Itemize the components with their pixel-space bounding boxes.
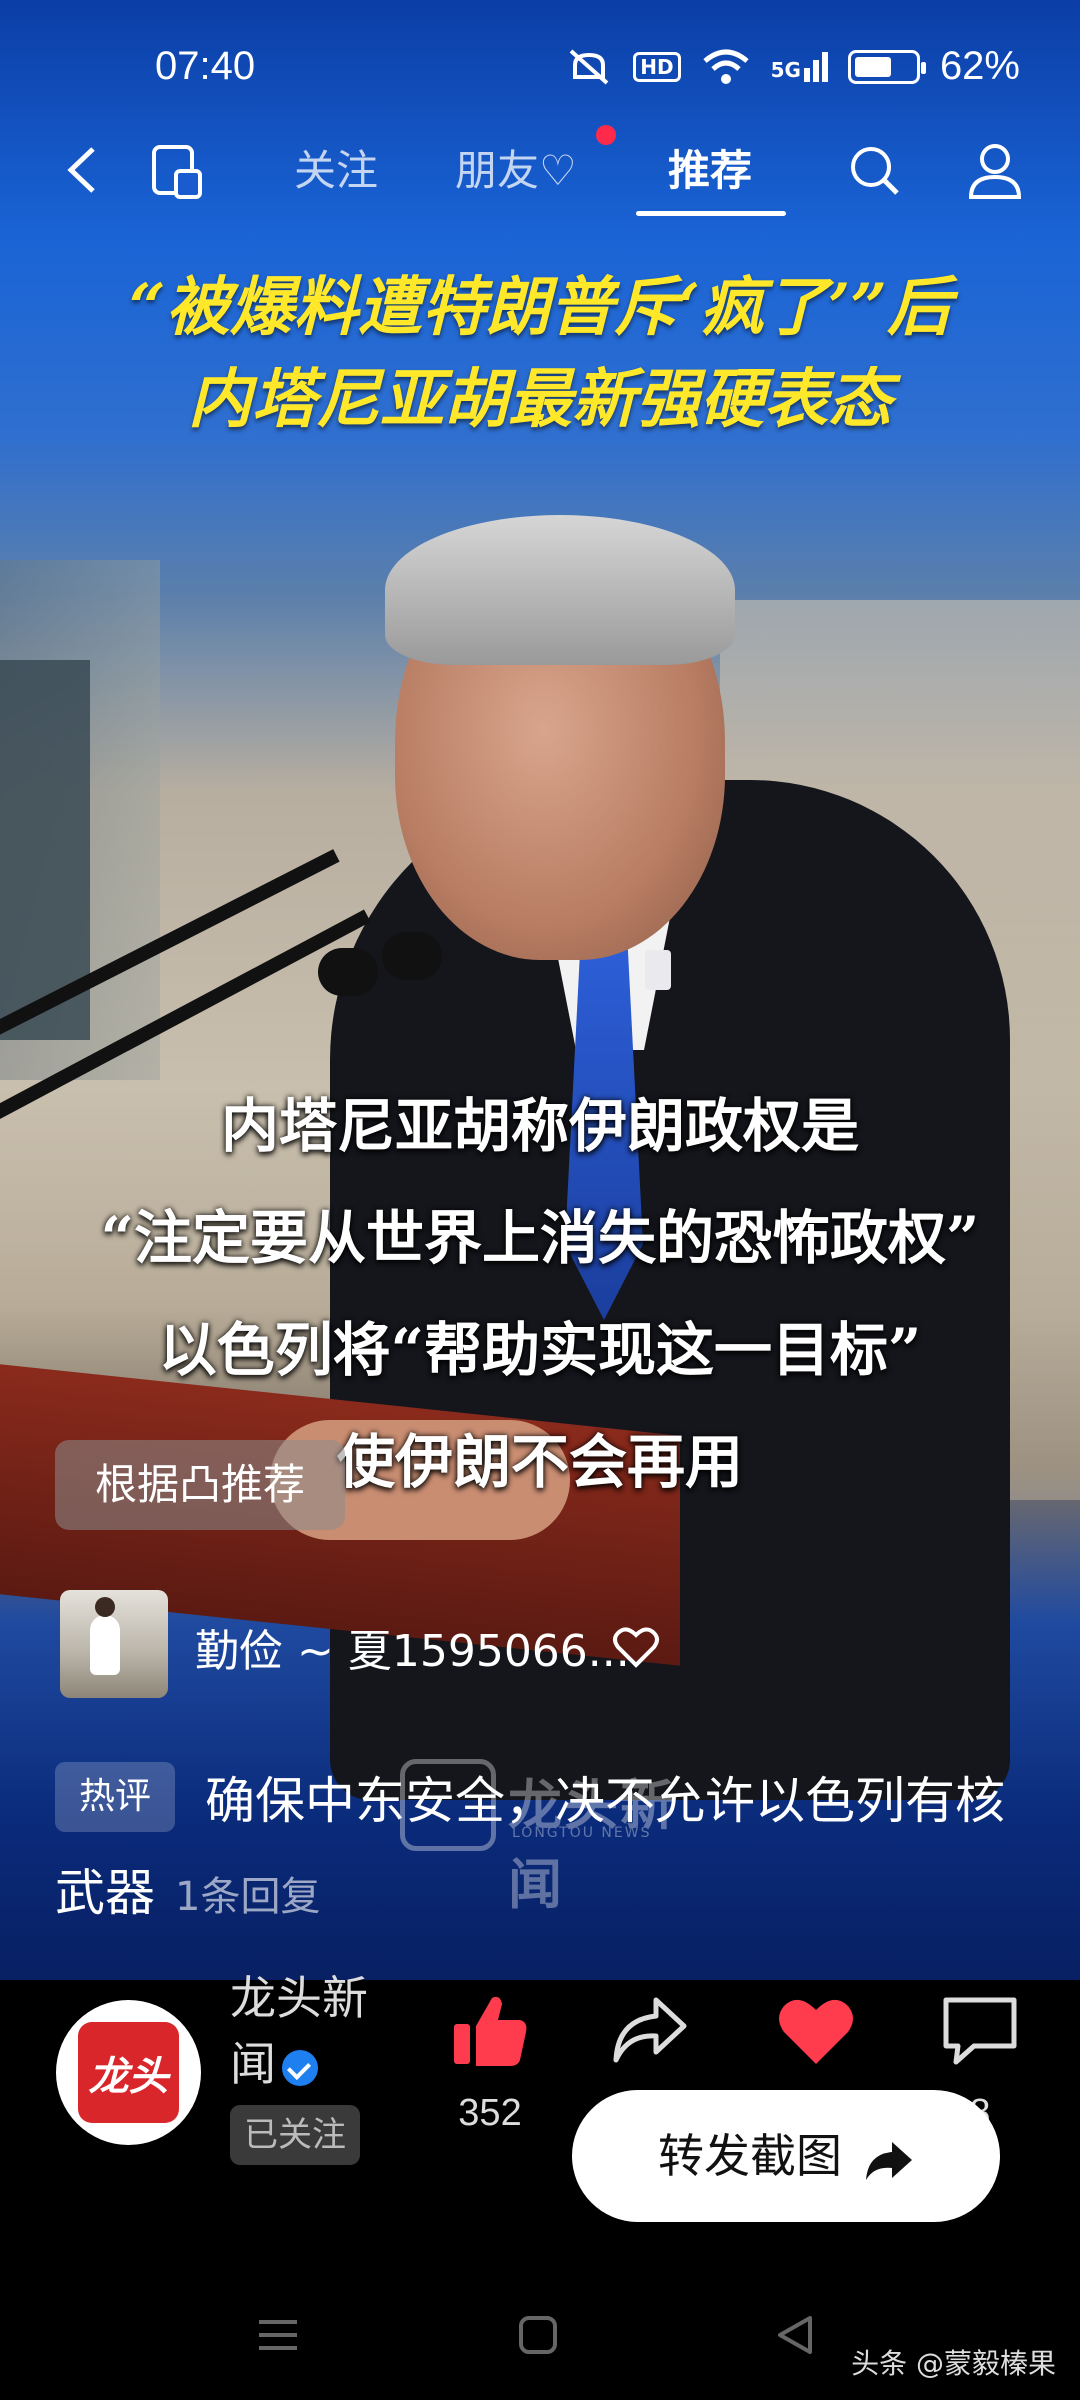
heart-filled-icon <box>779 1999 853 2064</box>
active-tab-indicator <box>636 211 786 216</box>
comment-bubble-icon <box>943 1997 1017 2065</box>
verified-icon <box>282 2049 318 2086</box>
user-icon <box>968 144 1022 199</box>
microphone-head <box>318 948 378 996</box>
heart-outline-icon <box>613 1627 659 1668</box>
top-nav: 关注 朋友♡ 推荐 <box>0 125 1080 235</box>
chevron-left-icon <box>67 147 95 193</box>
battery-percent: 62% <box>939 44 1020 88</box>
forward-screenshot-label: 转发截图 <box>658 2129 842 2183</box>
tab-friends[interactable]: 朋友♡ <box>455 137 577 198</box>
publisher-avatar[interactable]: 龙头 <box>56 2000 201 2145</box>
favorite-button[interactable] <box>766 1990 866 2074</box>
reply-count[interactable]: 1条回复 <box>175 1874 320 1920</box>
signal-5g-icon: 5G <box>771 51 828 82</box>
search-icon <box>851 147 899 195</box>
notification-dot <box>596 125 616 145</box>
hot-comment[interactable]: 确保中东安全，决不允许以色列有核武器 1条回复 <box>55 1755 1045 1943</box>
source-credit: 头条 @蒙毅榛果 <box>851 2347 1056 2380</box>
subtitle-line: “注定要从世界上消失的恐怖政权” <box>100 1204 980 1272</box>
headline-line: “被爆料遭特朗普斥‘疯了’”后 <box>128 270 952 345</box>
status-time: 07:40 <box>155 44 256 88</box>
like-count: 352 <box>458 2092 522 2134</box>
publisher-logo: 龙头 <box>78 2022 179 2123</box>
floating-window-icon <box>152 145 202 199</box>
search-button[interactable] <box>845 135 905 205</box>
share-button[interactable] <box>600 1990 700 2074</box>
status-icons: HD 5G 62% <box>565 44 1020 89</box>
profile-button[interactable] <box>965 135 1025 205</box>
like-button[interactable]: 352 <box>440 1990 540 2135</box>
menu-icon[interactable] <box>255 2310 301 2360</box>
status-bar: 07:40 HD 5G 62% <box>0 0 1080 120</box>
subtitle-line: 内塔尼亚胡称伊朗政权是 <box>220 1092 859 1160</box>
person-hair <box>385 515 735 665</box>
friend-avatar[interactable] <box>60 1590 168 1698</box>
hd-icon: HD <box>633 51 681 82</box>
back-button[interactable] <box>55 135 115 205</box>
battery-icon <box>847 49 926 84</box>
tab-recommend[interactable]: 推荐 <box>668 137 752 198</box>
home-icon[interactable] <box>515 2310 561 2360</box>
thumbs-up-icon <box>454 1996 527 2066</box>
forward-arrow-icon <box>866 2141 912 2180</box>
headline-line: 内塔尼亚胡最新强硬表态 <box>188 362 892 437</box>
friend-name[interactable]: 勤俭 ~ 夏1595066... <box>195 1615 630 1679</box>
mute-icon <box>569 49 609 84</box>
video-headline: “被爆料遭特朗普斥‘疯了’”后 内塔尼亚胡最新强硬表态 <box>0 262 1080 446</box>
forward-screenshot-button[interactable]: 转发截图 <box>572 2090 1000 2222</box>
publisher-name-block[interactable]: 龙头新闻 <box>230 1965 390 2097</box>
share-arrow-icon <box>613 1997 687 2063</box>
follow-button[interactable]: 已关注 <box>230 2105 360 2165</box>
wifi-icon <box>702 49 749 84</box>
lapel-pin <box>645 950 671 990</box>
microphone-head <box>382 932 442 980</box>
subtitle-line: 以色列将“帮助实现这一目标” <box>158 1316 922 1384</box>
floating-window-button[interactable] <box>148 135 208 205</box>
recommend-reason-tag[interactable]: 根据凸推荐 <box>55 1440 345 1530</box>
tab-follow[interactable]: 关注 <box>294 137 378 198</box>
system-navigation-bar <box>0 2280 1080 2400</box>
back-triangle-icon[interactable] <box>772 2310 818 2360</box>
